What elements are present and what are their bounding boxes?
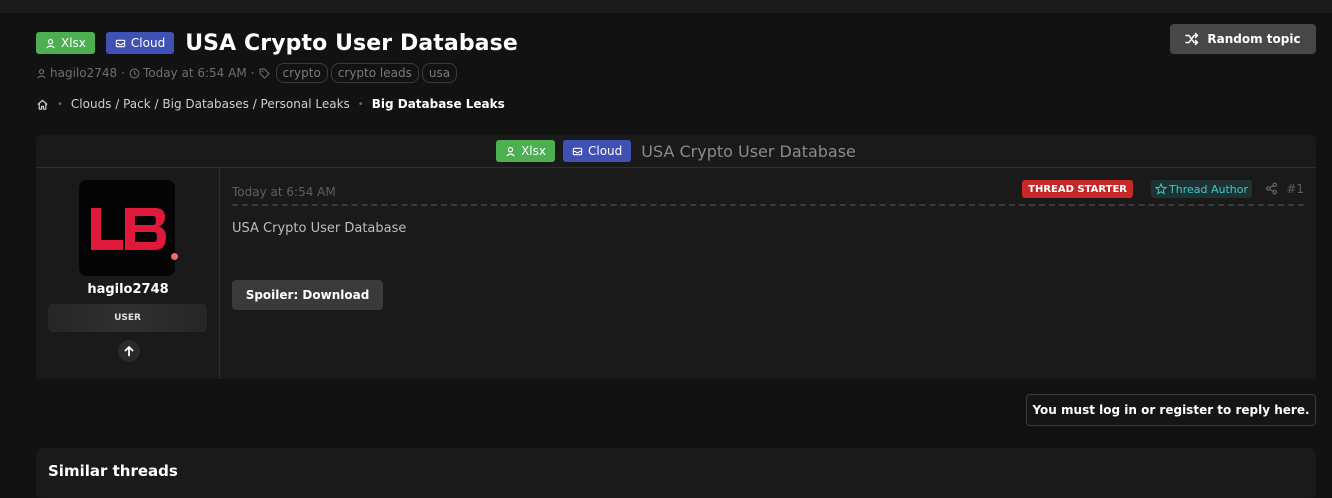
thread-meta: hagilo2748 · Today at 6:54 AM · crypto c… <box>36 62 1316 84</box>
post-header: Today at 6:54 AM THREAD STARTER Thread A… <box>232 179 1304 206</box>
tag-crypto[interactable]: crypto <box>275 63 328 83</box>
random-topic-button[interactable]: Random topic <box>1170 24 1316 54</box>
top-strip <box>0 0 1332 13</box>
breadcrumb-item-clouds[interactable]: Clouds / Pack / Big Databases / Personal… <box>71 97 350 111</box>
meta-separator: · <box>250 66 255 80</box>
post-date-link[interactable]: Today at 6:54 AM <box>232 185 336 199</box>
tag-crypto-leads[interactable]: crypto leads <box>330 63 419 83</box>
lb-logo: LB <box>91 208 166 275</box>
post-title-bar: Xlsx Cloud USA Crypto User Database <box>36 135 1316 168</box>
prefix-badge-label: Xlsx <box>521 144 546 158</box>
breadcrumb-item-big-database-leaks[interactable]: Big Database Leaks <box>372 97 505 111</box>
user-icon <box>37 68 46 78</box>
post-body-text: USA Crypto User Database <box>232 221 407 236</box>
thread-author-label: Thread Author <box>1169 182 1248 196</box>
post-number-link[interactable]: #1 <box>1286 182 1304 196</box>
tag-usa[interactable]: usa <box>421 63 458 83</box>
inbox-icon <box>572 147 583 155</box>
thread-header: Xlsx Cloud USA Crypto User Database Rand… <box>36 24 1316 118</box>
thread-author-link[interactable]: hagilo2748 <box>50 66 117 80</box>
avatar[interactable]: LB <box>79 180 175 276</box>
prefix-badge-xlsx[interactable]: Xlsx <box>36 32 95 54</box>
post-username[interactable]: hagilo2748 <box>36 282 220 297</box>
prefix-badge-cloud[interactable]: Cloud <box>105 32 175 54</box>
home-icon[interactable] <box>36 98 49 111</box>
avatar-text: LB <box>127 273 129 275</box>
thread-post-container: Xlsx Cloud USA Crypto User Database LB h… <box>36 135 1316 379</box>
page-title: USA Crypto User Database <box>185 30 518 56</box>
tag-icon <box>259 68 270 79</box>
share-icon[interactable] <box>1265 182 1278 195</box>
similar-threads-panel: Similar threads <box>36 448 1316 498</box>
user-icon <box>46 38 55 49</box>
star-icon <box>1155 183 1167 195</box>
spoiler-download-button[interactable]: Spoiler: Download <box>232 280 383 310</box>
prefix-badge-label: Xlsx <box>61 36 86 50</box>
arrow-up-icon[interactable] <box>118 340 140 362</box>
breadcrumb-separator: • <box>357 98 364 110</box>
post-thread-title: USA Crypto User Database <box>641 141 856 161</box>
breadcrumb: • Clouds / Pack / Big Databases / Person… <box>36 94 1316 114</box>
clock-icon <box>129 68 140 78</box>
prefix-badge-xlsx[interactable]: Xlsx <box>496 140 555 162</box>
title-row: Xlsx Cloud USA Crypto User Database <box>36 28 1316 58</box>
meta-separator: · <box>121 66 125 80</box>
random-topic-label: Random topic <box>1207 32 1301 46</box>
login-register-button[interactable]: You must log in or register to reply her… <box>1026 394 1316 426</box>
user-icon <box>506 146 515 157</box>
similar-threads-heading: Similar threads <box>48 462 178 480</box>
prefix-badge-label: Cloud <box>130 36 166 50</box>
thread-author-badge: Thread Author <box>1151 180 1252 198</box>
online-status-indicator <box>171 253 178 260</box>
post-user-column: LB hagilo2748 USER <box>36 168 220 379</box>
user-title-banner: USER <box>48 304 207 332</box>
prefix-badge-label: Cloud <box>588 144 623 158</box>
prefix-badge-cloud[interactable]: Cloud <box>563 140 632 162</box>
breadcrumb-separator: • <box>57 98 63 110</box>
inbox-icon <box>115 39 126 47</box>
post-content-column: Today at 6:54 AM THREAD STARTER Thread A… <box>232 168 1304 379</box>
shuffle-icon <box>1185 32 1199 46</box>
thread-starter-badge: THREAD STARTER <box>1022 180 1133 198</box>
thread-time-link[interactable]: Today at 6:54 AM <box>143 66 247 80</box>
